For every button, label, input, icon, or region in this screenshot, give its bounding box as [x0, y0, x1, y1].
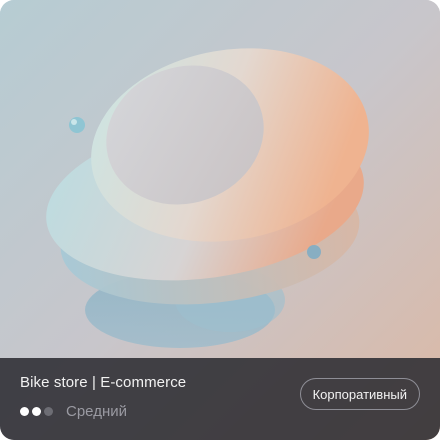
- difficulty-dot-empty: [44, 407, 53, 416]
- difficulty-dot-filled-1: [20, 407, 29, 416]
- card-footer: Bike store | E-commerce Средний Корпорат…: [0, 358, 440, 440]
- difficulty-dot-filled-2: [32, 407, 41, 416]
- project-card[interactable]: Bike store | E-commerce Средний Корпорат…: [0, 0, 440, 440]
- difficulty-label: Средний: [66, 403, 127, 420]
- project-title[interactable]: Bike store | E-commerce: [20, 374, 186, 391]
- category-tag-button[interactable]: Корпоративный: [299, 378, 420, 410]
- difficulty-indicator: Средний: [20, 403, 127, 420]
